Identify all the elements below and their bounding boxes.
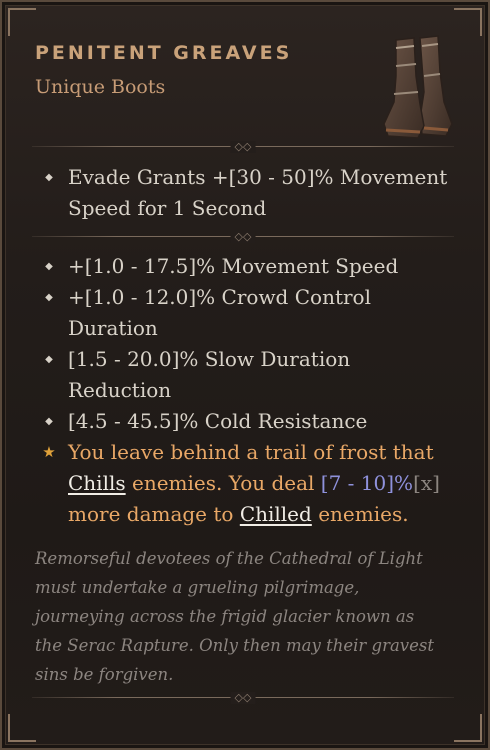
section-divider: ◇◇	[32, 231, 454, 243]
keyword-chilled[interactable]: Chilled	[240, 502, 312, 526]
star-icon: ★	[42, 443, 56, 461]
frame-corner	[454, 8, 482, 36]
item-name: PENITENT GREAVES	[35, 42, 293, 64]
boots-icon	[383, 35, 453, 139]
frame-corner	[8, 8, 36, 36]
affix-line: [1.5 - 20.0]% Slow Duration Reduction	[68, 347, 351, 402]
flavor-text: Remorseful devotees of the Cathedral of …	[35, 549, 434, 684]
keyword-chills[interactable]: Chills	[68, 471, 126, 495]
item-tooltip: PENITENT GREAVES Unique Boots ◇◇ ◆ Evade…	[0, 0, 490, 750]
section-divider: ◇◇	[32, 692, 454, 704]
frame-corner	[454, 714, 482, 742]
diamond-bullet-icon: ◆	[45, 261, 53, 272]
affix-line: +[1.0 - 12.0]% Crowd Control Duration	[68, 285, 371, 340]
diamond-bullet-icon: ◆	[45, 354, 53, 365]
affix-line: [4.5 - 45.5]% Cold Resistance	[68, 409, 368, 433]
diamond-bullet-icon: ◆	[45, 416, 53, 427]
diamond-bullet-icon: ◆	[45, 292, 53, 303]
affix-line: +[1.0 - 17.5]% Movement Speed	[68, 254, 399, 278]
diamond-bullet-icon: ◆	[45, 172, 53, 183]
frame-corner	[8, 714, 36, 742]
item-type: Unique Boots	[35, 76, 166, 98]
inherent-affix: Evade Grants +[30 - 50]% Movement Speed …	[68, 165, 448, 220]
unique-power: You leave behind a trail of frost that C…	[68, 440, 440, 526]
section-divider: ◇◇	[32, 141, 454, 153]
